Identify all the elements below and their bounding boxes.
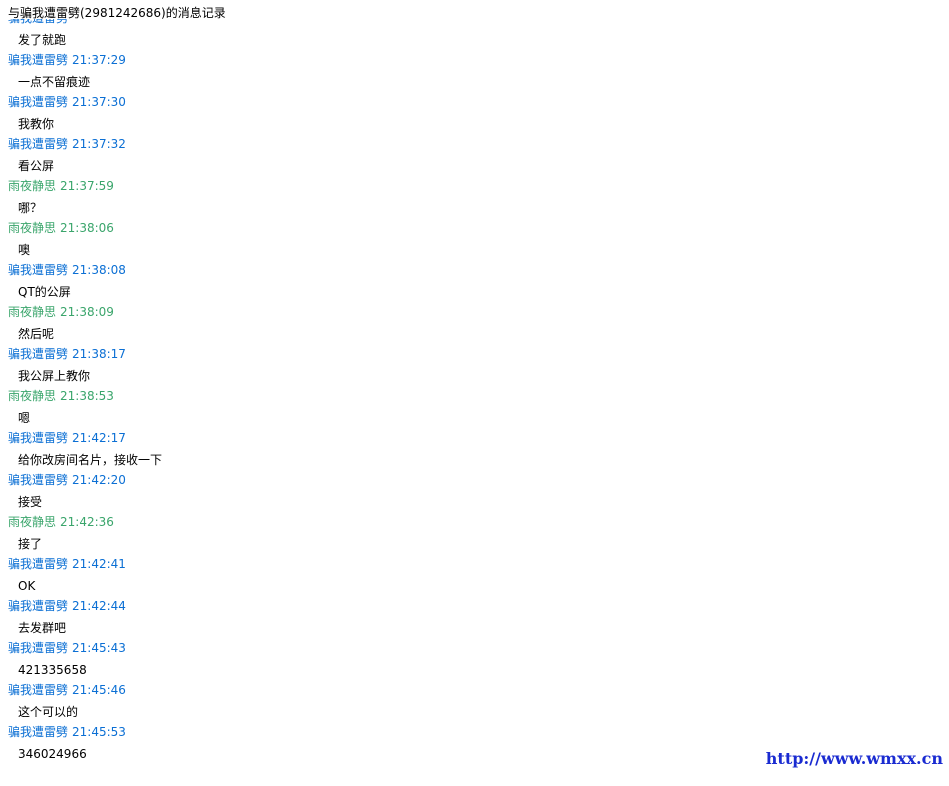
- message-header: 骗我遭雷劈 21:45:53: [0, 724, 760, 740]
- message-text: 去发群吧: [18, 621, 67, 635]
- message-header: 骗我遭雷劈 21:42:44: [0, 598, 760, 614]
- sender-name: 骗我遭雷劈: [8, 137, 69, 151]
- message-item: 骗我遭雷劈 21:42:17 给你改房间名片，接收一下: [0, 430, 760, 472]
- message-text: 我教你: [18, 117, 55, 131]
- sender-name: 雨夜静思: [8, 389, 57, 403]
- sender-name: 骗我遭雷劈: [8, 347, 69, 361]
- sender-name: 骗我遭雷劈: [8, 641, 69, 655]
- message-time: 21:42:17: [72, 431, 126, 445]
- message-item: 雨夜静思 21:38:06 噢: [0, 220, 760, 262]
- message-item: 骗我遭雷劈 21:42:41 OK: [0, 556, 760, 598]
- message-item: 雨夜静思 21:42:36 接了: [0, 514, 760, 556]
- message-text: 一点不留痕迹: [18, 75, 91, 89]
- message-header: 骗我遭雷劈 21:42:41: [0, 556, 760, 572]
- message-header: 骗我遭雷劈 21:37:30: [0, 94, 760, 110]
- message-header: 雨夜静思 21:38:09: [0, 304, 760, 320]
- sender-name: 骗我遭雷劈: [8, 599, 69, 613]
- message-text: 346024966: [18, 747, 87, 761]
- message-text: 发了就跑: [18, 33, 67, 47]
- message-item: 骗我遭雷劈 21:38:08 QT的公屏: [0, 262, 760, 304]
- message-text: 看公屏: [18, 159, 55, 173]
- sender-name: 雨夜静思: [8, 515, 57, 529]
- message-header: 骗我遭雷劈 21:38:17: [0, 346, 760, 362]
- message-time: 21:37:30: [72, 95, 126, 109]
- message-item: 骗我遭雷劈 21:38:17 我公屏上教你: [0, 346, 760, 388]
- message-text: 我公屏上教你: [18, 369, 91, 383]
- message-item: 雨夜静思 21:37:59 哪？: [0, 178, 760, 220]
- sender-name: 骗我遭雷劈: [8, 19, 68, 25]
- message-item: 骗我遭雷劈 21:45:46 这个可以的: [0, 682, 760, 724]
- message-text: OK: [18, 579, 36, 593]
- sender-name: 骗我遭雷劈: [8, 263, 69, 277]
- message-time: 21:38:53: [60, 389, 114, 403]
- message-item: 雨夜静思 21:38:53 嗯: [0, 388, 760, 430]
- message-header: 骗我遭雷劈 21:42:17: [0, 430, 760, 446]
- watermark-url: http://www.wmxx.cn: [765, 749, 943, 768]
- message-time: 21:45:43: [72, 641, 126, 655]
- message-time: 21:37:32: [72, 137, 126, 151]
- message-text: 421335658: [18, 663, 87, 677]
- message-text: 然后呢: [18, 327, 55, 341]
- message-text: 接受: [18, 495, 43, 509]
- message-item: 骗我遭雷劈发了就跑: [0, 19, 760, 52]
- message-time: 21:38:09: [60, 305, 114, 319]
- message-text: QT的公屏: [18, 285, 71, 299]
- sender-name: 骗我遭雷劈: [8, 683, 69, 697]
- sender-name: 骗我遭雷劈: [8, 431, 69, 445]
- message-item: 骗我遭雷劈 21:37:30 我教你: [0, 94, 760, 136]
- sender-name: 骗我遭雷劈: [8, 557, 69, 571]
- message-header: 雨夜静思 21:37:59: [0, 178, 760, 194]
- message-time: 21:38:06: [60, 221, 114, 235]
- sender-name: 雨夜静思: [8, 305, 57, 319]
- message-item: 骗我遭雷劈 21:42:20 接受: [0, 472, 760, 514]
- message-time: 21:38:17: [72, 347, 126, 361]
- message-text: 噢: [18, 243, 31, 257]
- message-text: 给你改房间名片，接收一下: [18, 453, 163, 467]
- message-time: 21:37:29: [72, 53, 126, 67]
- message-text: 这个可以的: [18, 705, 79, 719]
- message-item: 骗我遭雷劈 21:37:29 一点不留痕迹: [0, 52, 760, 94]
- message-log[interactable]: 骗我遭雷劈发了就跑骗我遭雷劈21:37:29一点不留痕迹骗我遭雷劈21:37:3…: [0, 19, 760, 786]
- message-time: 21:42:36: [60, 515, 114, 529]
- sender-name: 雨夜静思: [8, 221, 57, 235]
- message-header: 雨夜静思 21:42:36: [0, 514, 760, 530]
- message-item: 骗我遭雷劈 21:45:43 421335658: [0, 640, 760, 682]
- message-time: 21:38:08: [72, 263, 126, 277]
- message-list: 骗我遭雷劈发了就跑骗我遭雷劈21:37:29一点不留痕迹骗我遭雷劈21:37:3…: [0, 19, 760, 766]
- message-header: 骗我遭雷劈 21:42:20: [0, 472, 760, 488]
- message-time: 21:42:41: [72, 557, 126, 571]
- sender-name: 骗我遭雷劈: [8, 95, 69, 109]
- message-time: 21:37:59: [60, 179, 114, 193]
- message-text: 哪？: [18, 201, 43, 215]
- message-header: 骗我遭雷劈 21:38:08: [0, 262, 760, 278]
- message-item: 骗我遭雷劈 21:45:53 346024966: [0, 724, 760, 766]
- message-header: 骗我遭雷劈 21:37:32: [0, 136, 760, 152]
- message-time: 21:45:53: [72, 725, 126, 739]
- message-time: 21:42:44: [72, 599, 126, 613]
- message-header: 骗我遭雷劈 21:37:29: [0, 52, 760, 68]
- sender-name: 骗我遭雷劈: [8, 725, 69, 739]
- message-header: 雨夜静思 21:38:53: [0, 388, 760, 404]
- message-time: 21:42:20: [72, 473, 126, 487]
- sender-name: 雨夜静思: [8, 179, 57, 193]
- message-text: 接了: [18, 537, 43, 551]
- message-item: 骗我遭雷劈 21:37:32 看公屏: [0, 136, 760, 178]
- message-item: 雨夜静思 21:38:09 然后呢: [0, 304, 760, 346]
- message-item: 骗我遭雷劈 21:42:44 去发群吧: [0, 598, 760, 640]
- message-header: 骗我遭雷劈 21:45:43: [0, 640, 760, 656]
- message-header: 雨夜静思 21:38:06: [0, 220, 760, 236]
- message-time: 21:45:46: [72, 683, 126, 697]
- sender-name: 骗我遭雷劈: [8, 53, 69, 67]
- sender-name: 骗我遭雷劈: [8, 473, 69, 487]
- message-text: 嗯: [18, 411, 31, 425]
- message-header: 骗我遭雷劈 21:45:46: [0, 682, 760, 698]
- message-header: 骗我遭雷劈: [0, 19, 760, 26]
